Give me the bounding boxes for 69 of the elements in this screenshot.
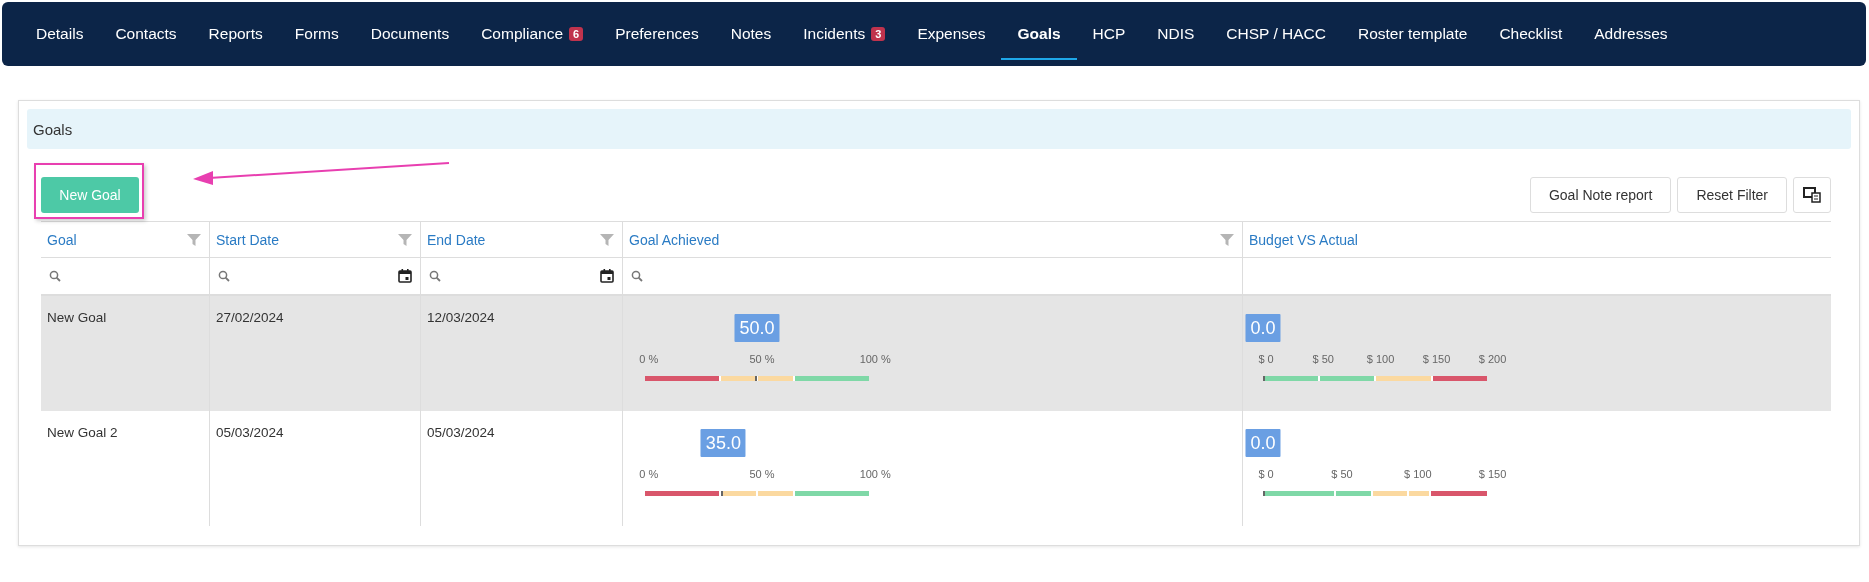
- tab[interactable]: Compliance 6: [465, 10, 600, 60]
- value-tooltip: 0.0: [1245, 429, 1281, 457]
- tab[interactable]: Incidents 3: [787, 10, 902, 60]
- scale-label: 0 %: [639, 468, 659, 480]
- tab[interactable]: Addresses: [1578, 10, 1684, 60]
- scale-label: $ 150: [1422, 353, 1451, 365]
- scale-label: $ 0: [1258, 468, 1274, 480]
- column-title: Budget VS Actual: [1249, 231, 1358, 248]
- tab[interactable]: Reports: [192, 10, 279, 60]
- filter-icon[interactable]: [398, 232, 412, 247]
- column-title: Goal Achieved: [629, 231, 720, 248]
- value-tooltip: 0.0: [1245, 314, 1281, 342]
- value-tooltip: 50.0: [734, 314, 780, 342]
- search-icon: [631, 270, 643, 282]
- tab[interactable]: Notes: [714, 10, 788, 60]
- tab[interactable]: Preferences: [599, 10, 715, 60]
- scale-label: $ 100: [1366, 353, 1395, 365]
- scale-label: $ 50: [1331, 468, 1353, 480]
- tab[interactable]: Roster template: [1341, 10, 1484, 60]
- search-icon: [429, 270, 441, 282]
- column-header[interactable]: Goal Achieved: [623, 222, 1243, 258]
- scale-label: $ 0: [1258, 353, 1274, 365]
- scale-label: $ 200: [1478, 353, 1507, 365]
- column-title: End Date: [427, 231, 486, 248]
- column-chooser-icon: [1803, 187, 1821, 203]
- table-cell: New Goal: [47, 310, 107, 325]
- tab[interactable]: Expenses: [901, 10, 1002, 60]
- filter-icon[interactable]: [600, 232, 614, 247]
- scale-label: 100 %: [859, 468, 891, 480]
- table-cell: 05/03/2024: [216, 425, 284, 440]
- column-header[interactable]: Budget VS Actual: [1243, 222, 1831, 258]
- calendar-icon[interactable]: [398, 269, 412, 283]
- tab[interactable]: Goals: [1001, 10, 1077, 60]
- scale-label: 0 %: [639, 353, 659, 365]
- tab[interactable]: CHSP / HACC: [1210, 10, 1342, 60]
- toolbar-button[interactable]: Reset Filter: [1677, 177, 1787, 213]
- table-cell: 12/03/2024: [427, 310, 495, 325]
- filter-icon[interactable]: [1220, 232, 1234, 247]
- scale-label: $ 150: [1478, 468, 1507, 480]
- scale-label: 100 %: [859, 353, 891, 365]
- search-icon: [49, 270, 61, 282]
- tab[interactable]: Forms: [278, 10, 355, 60]
- toolbar-button[interactable]: Goal Note report: [1529, 177, 1672, 213]
- calendar-icon[interactable]: [600, 269, 614, 283]
- tab[interactable]: Checklist: [1483, 10, 1579, 60]
- count-badge: 3: [871, 27, 886, 41]
- column-title: Goal: [47, 231, 77, 248]
- table-cell: 27/02/2024: [216, 310, 284, 325]
- scale-label: $ 100: [1404, 468, 1432, 480]
- column-header[interactable]: Goal: [41, 222, 210, 258]
- tab[interactable]: Documents: [354, 10, 466, 60]
- search-icon: [218, 270, 230, 282]
- column-title: Start Date: [216, 231, 280, 248]
- tab[interactable]: HCP: [1076, 10, 1142, 60]
- table-cell: New Goal 2: [47, 425, 118, 440]
- scale-label: $ 50: [1312, 353, 1334, 365]
- tab[interactable]: Details: [20, 10, 100, 60]
- panel-title: Goals: [33, 120, 73, 138]
- tab[interactable]: Contacts: [99, 10, 193, 60]
- scale-label: 50 %: [749, 353, 775, 365]
- column-header[interactable]: Start Date: [210, 222, 421, 258]
- tab[interactable]: NDIS: [1141, 10, 1211, 60]
- column-chooser-button[interactable]: [1793, 177, 1831, 213]
- filter-icon[interactable]: [187, 232, 201, 247]
- column-header[interactable]: End Date: [421, 222, 623, 258]
- count-badge: 6: [569, 27, 584, 41]
- scale-label: 50 %: [749, 468, 775, 480]
- table-cell: 05/03/2024: [427, 425, 495, 440]
- value-tooltip: 35.0: [700, 429, 746, 457]
